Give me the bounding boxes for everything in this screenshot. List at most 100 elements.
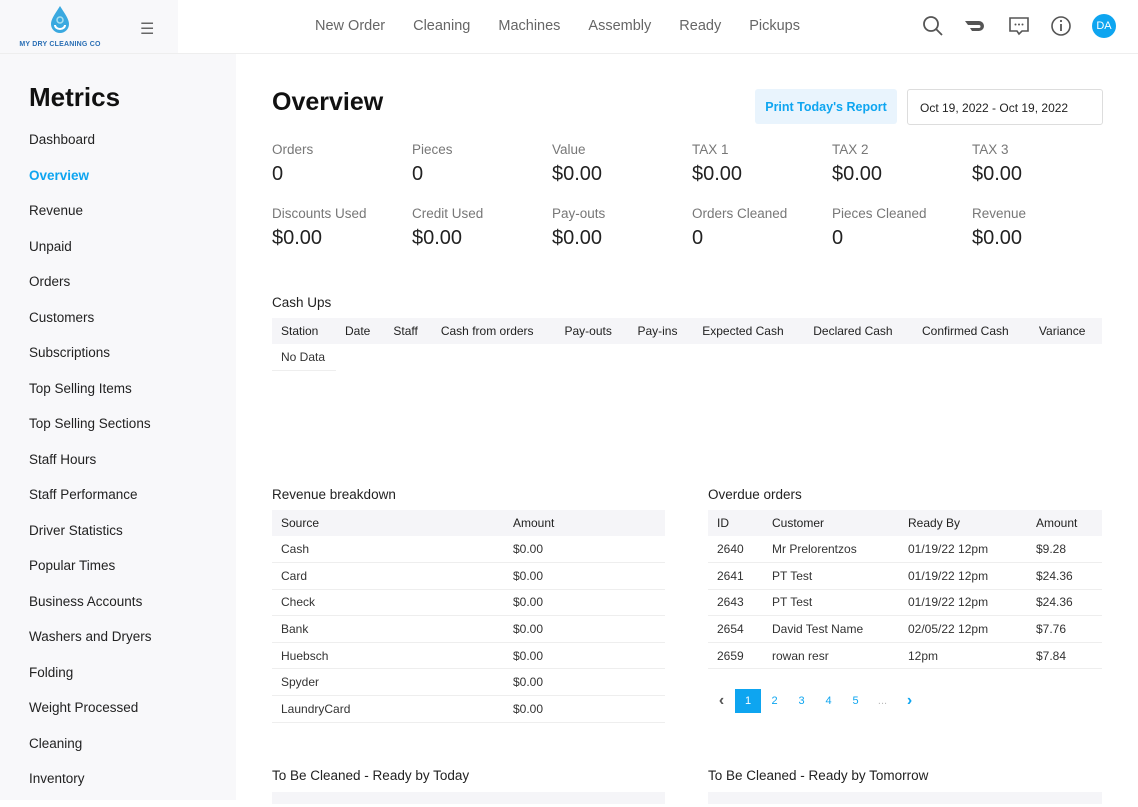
ready-tomorrow-table-header — [708, 792, 1102, 804]
cell-amount: $0.00 — [504, 615, 665, 643]
user-avatar[interactable]: DA — [1092, 14, 1116, 38]
sidebar-item-dashboard[interactable]: Dashboard — [29, 132, 152, 168]
stat-tax-1: TAX 1 $0.00 — [692, 142, 832, 186]
brand-area: MY DRY CLEANING CO ☰ — [0, 0, 178, 53]
column-header-confirmed-cash: Confirmed Cash — [912, 318, 1030, 344]
column-header-expected-cash: Expected Cash — [693, 318, 805, 344]
stat-credit-used: Credit Used $0.00 — [412, 206, 552, 250]
table-row[interactable]: 2643 PT Test 01/19/22 12pm $24.36 — [708, 589, 1102, 617]
info-icon[interactable] — [1050, 15, 1072, 37]
stat-value: $0.00 — [832, 163, 883, 185]
sidebar-item-unpaid[interactable]: Unpaid — [29, 239, 152, 275]
nav-assembly[interactable]: Assembly — [588, 18, 651, 34]
ready-today-table-header — [272, 792, 665, 804]
doordash-icon[interactable] — [964, 19, 988, 33]
nav-pickups[interactable]: Pickups — [749, 18, 800, 34]
nav-machines[interactable]: Machines — [498, 18, 560, 34]
stats-grid: Orders 0 Pieces 0 Value $0.00 TAX 1 $0.00 TAX 2 $… — [272, 142, 1112, 250]
table-row[interactable]: Bank $0.00 — [272, 615, 665, 643]
table-row[interactable]: Card $0.00 — [272, 562, 665, 590]
table-row[interactable]: 2640 Mr Prelorentzos 01/19/22 12pm $9.28 — [708, 536, 1102, 564]
sidebar-item-subscriptions[interactable]: Subscriptions — [29, 345, 152, 381]
cell-amount: $0.00 — [504, 562, 665, 590]
sidebar-item-staff-performance[interactable]: Staff Performance — [29, 487, 152, 523]
nav-cleaning[interactable]: Cleaning — [413, 18, 470, 34]
table-row[interactable]: 2641 PT Test 01/19/22 12pm $24.36 — [708, 562, 1102, 590]
cell-amount: $0.00 — [504, 695, 665, 723]
stat-label: Pieces Cleaned — [832, 206, 927, 221]
cell-amount: $0.00 — [504, 589, 665, 617]
stat-pay-outs: Pay-outs $0.00 — [552, 206, 692, 250]
sidebar-item-cleaning[interactable]: Cleaning — [29, 736, 152, 772]
sidebar-item-revenue[interactable]: Revenue — [29, 203, 152, 239]
column-header-source: Source — [272, 510, 504, 536]
column-header-staff: Staff — [384, 318, 432, 344]
stat-revenue: Revenue $0.00 — [972, 206, 1112, 250]
sidebar-item-overview[interactable]: Overview — [29, 168, 152, 204]
cell-amount: $7.76 — [1027, 615, 1102, 643]
stat-label: TAX 1 — [692, 142, 729, 157]
page-5[interactable]: 5 — [842, 689, 869, 713]
table-row[interactable]: LaundryCard $0.00 — [272, 695, 665, 723]
sidebar-item-top-selling-sections[interactable]: Top Selling Sections — [29, 416, 152, 452]
column-header-ready-by: Ready By — [899, 510, 1027, 536]
sidebar-item-orders[interactable]: Orders — [29, 274, 152, 310]
cell-ready-by: 02/05/22 12pm — [899, 615, 1027, 643]
sidebar-item-staff-hours[interactable]: Staff Hours — [29, 452, 152, 488]
chat-icon[interactable] — [1008, 15, 1030, 37]
table-row[interactable]: Check $0.00 — [272, 589, 665, 617]
page-1[interactable]: 1 — [735, 689, 761, 713]
stat-value: $0.00 — [972, 227, 1023, 249]
print-report-button[interactable]: Print Today's Report — [755, 89, 897, 124]
page-4[interactable]: 4 — [815, 689, 842, 713]
table-row[interactable]: 2659 rowan resr 12pm $7.84 — [708, 642, 1102, 670]
column-header-pay-outs: Pay-outs — [555, 318, 629, 344]
revenue-breakdown-table: Source Amount Cash $0.00 Card $0.00 Check $0.00… — [272, 510, 665, 723]
next-page-icon[interactable]: › — [896, 689, 923, 713]
sidebar-item-folding[interactable]: Folding — [29, 665, 152, 701]
pagination: ‹ 1 2 3 4 5 ... › — [708, 689, 923, 713]
cell-amount: $9.28 — [1027, 536, 1102, 564]
page-ellipsis[interactable]: ... — [869, 689, 896, 713]
sidebar-item-driver-statistics[interactable]: Driver Statistics — [29, 523, 152, 559]
stat-value: 0 — [832, 227, 844, 249]
sidebar-item-weight-processed[interactable]: Weight Processed — [29, 700, 152, 736]
cell-source: Card — [272, 562, 504, 590]
date-range-picker[interactable]: Oct 19, 2022 - Oct 19, 2022 — [907, 89, 1103, 125]
nav-new-order[interactable]: New Order — [315, 18, 385, 34]
sidebar-item-customers[interactable]: Customers — [29, 310, 152, 346]
stat-value: $0.00 — [552, 227, 603, 249]
cell-customer: PT Test — [763, 562, 899, 590]
page-title: Overview — [272, 88, 384, 116]
sidebar: Metrics Dashboard Overview Revenue Unpaid Or… — [0, 54, 236, 800]
sidebar-item-top-selling-items[interactable]: Top Selling Items — [29, 381, 152, 417]
cash-ups-table: Station Date Staff Cash from orders Pay-outs… — [272, 318, 1102, 372]
table-row[interactable]: Cash $0.00 — [272, 536, 665, 564]
cell-id: 2659 — [708, 642, 763, 670]
cell-source: LaundryCard — [272, 695, 504, 723]
sidebar-item-business-accounts[interactable]: Business Accounts — [29, 594, 152, 630]
page-3[interactable]: 3 — [788, 689, 815, 713]
cell-id: 2643 — [708, 589, 763, 617]
hamburger-menu-icon[interactable]: ☰ — [140, 19, 154, 39]
stat-value: $0.00 — [272, 227, 323, 249]
sidebar-item-inventory[interactable]: Inventory — [29, 771, 152, 807]
table-row[interactable]: 2654 David Test Name 02/05/22 12pm $7.76 — [708, 615, 1102, 643]
sidebar-item-popular-times[interactable]: Popular Times — [29, 558, 152, 594]
cell-id: 2654 — [708, 615, 763, 643]
no-data-text: No Data — [272, 344, 336, 372]
prev-page-icon[interactable]: ‹ — [708, 689, 735, 713]
sidebar-title: Metrics — [29, 82, 121, 112]
search-icon[interactable] — [922, 15, 944, 37]
table-row[interactable]: Huebsch $0.00 — [272, 642, 665, 670]
cell-amount: $0.00 — [504, 668, 665, 697]
stat-value: $0.00 — [692, 163, 743, 185]
stat-label: Value — [552, 142, 586, 157]
stat-value: 0 — [412, 163, 424, 185]
nav-ready[interactable]: Ready — [679, 18, 721, 34]
page-2[interactable]: 2 — [761, 689, 788, 713]
table-row[interactable]: Spyder $0.00 — [272, 668, 665, 697]
cell-ready-by: 01/19/22 12pm — [899, 562, 1027, 590]
logo[interactable]: MY DRY CLEANING CO — [15, 5, 105, 48]
sidebar-item-washers-and-dryers[interactable]: Washers and Dryers — [29, 629, 152, 665]
